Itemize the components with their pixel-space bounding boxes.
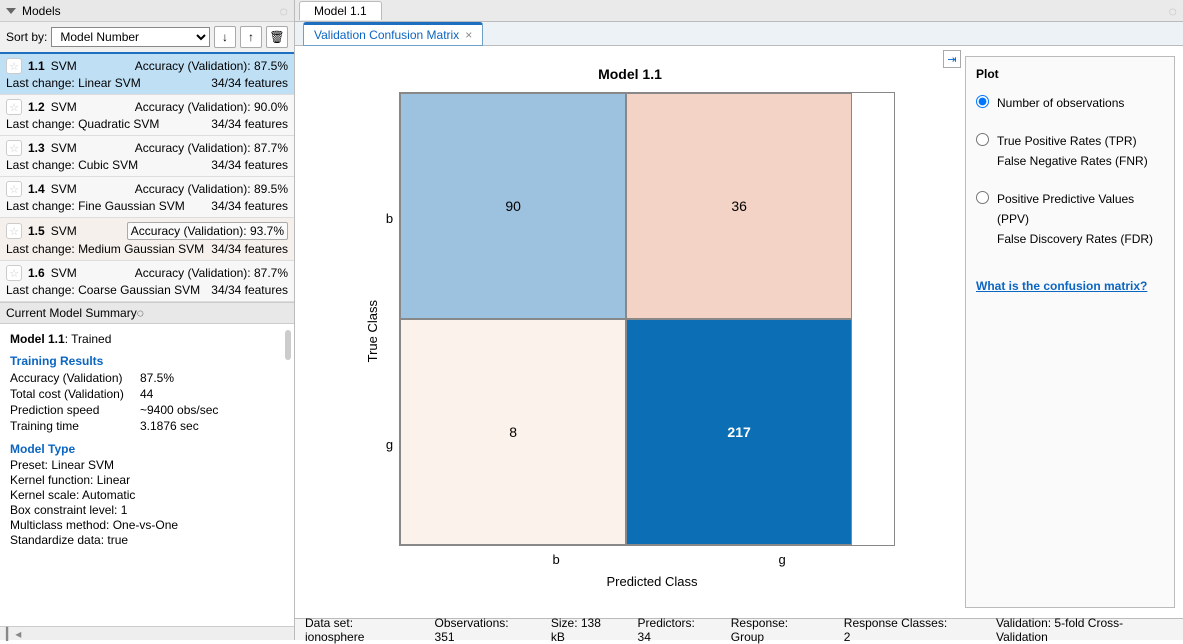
status-response: Response: Group xyxy=(731,616,824,644)
model-type-header: Model Type xyxy=(10,442,284,456)
cm-cell: 8 xyxy=(400,319,626,545)
main-tabbar: Model 1.1 ◌ xyxy=(295,0,1183,22)
chart-zone: ⇥ Model 1.1 True Class b g 90 36 8 217 xyxy=(295,46,965,618)
chart-title: Model 1.1 xyxy=(315,66,945,82)
x-axis-label: Predicted Class xyxy=(359,574,945,589)
plot-area: ⇥ Model 1.1 True Class b g 90 36 8 217 xyxy=(295,46,1183,618)
gear-icon[interactable]: ◌ xyxy=(280,3,288,19)
y-ticks: b g xyxy=(386,105,393,557)
radio-ppv-fdr[interactable] xyxy=(976,191,989,204)
status-observations: Observations: 351 xyxy=(435,616,531,644)
x-ticks: b g xyxy=(443,552,895,567)
model-list: ☆ 1.1 SVM Accuracy (Validation): 87.5% L… xyxy=(0,54,294,302)
sort-label: Sort by: xyxy=(6,30,47,44)
right-panel: Model 1.1 ◌ Validation Confusion Matrix … xyxy=(295,0,1183,640)
sort-up-button[interactable]: ↑ xyxy=(240,26,262,48)
star-icon[interactable]: ☆ xyxy=(6,181,22,197)
sub-tabbar: Validation Confusion Matrix × xyxy=(295,22,1183,46)
model-id: 1.1 xyxy=(28,59,45,73)
models-title: Models xyxy=(22,4,280,18)
delete-button[interactable]: 🗑 xyxy=(266,26,288,48)
model-row-1-4[interactable]: ☆ 1.4 SVM Accuracy (Validation): 89.5% L… xyxy=(0,177,294,218)
panel-handle[interactable]: ▎◂ xyxy=(0,626,294,640)
star-icon[interactable]: ☆ xyxy=(6,223,22,239)
help-link[interactable]: What is the confusion matrix? xyxy=(976,279,1147,293)
summary-header: Current Model Summary ◌ xyxy=(0,302,294,324)
gear-icon[interactable]: ◌ xyxy=(137,306,144,320)
tab-confusion-matrix[interactable]: Validation Confusion Matrix × xyxy=(303,22,483,46)
model-row-1-2[interactable]: ☆ 1.2 SVM Accuracy (Validation): 90.0% L… xyxy=(0,95,294,136)
plot-options: Plot Number of observations True Positiv… xyxy=(965,56,1175,608)
sort-bar: Sort by: Model Number ↓ ↑ 🗑 xyxy=(0,22,294,54)
status-size: Size: 138 kB xyxy=(551,616,618,644)
model-row-1-6[interactable]: ☆ 1.6 SVM Accuracy (Validation): 87.7% L… xyxy=(0,261,294,302)
star-icon[interactable]: ☆ xyxy=(6,265,22,281)
tab-model[interactable]: Model 1.1 xyxy=(299,1,382,20)
cm-cell: 217 xyxy=(626,319,852,545)
model-type: SVM xyxy=(51,59,77,73)
model-row-1-3[interactable]: ☆ 1.3 SVM Accuracy (Validation): 87.7% L… xyxy=(0,136,294,177)
plot-options-title: Plot xyxy=(976,67,1164,81)
models-header: Models ◌ xyxy=(0,0,294,22)
y-axis-label: True Class xyxy=(365,300,380,362)
training-results-header: Training Results xyxy=(10,354,284,368)
sort-down-button[interactable]: ↓ xyxy=(214,26,236,48)
confusion-matrix: 90 36 8 217 xyxy=(399,92,895,546)
summary-title: Current Model Summary xyxy=(6,306,137,320)
close-icon[interactable]: × xyxy=(465,28,472,42)
cm-cell: 90 xyxy=(400,93,626,319)
model-row-1-5[interactable]: ☆ 1.5 SVM Accuracy (Validation): 93.7% L… xyxy=(0,218,294,261)
star-icon[interactable]: ☆ xyxy=(6,58,22,74)
scrollbar[interactable] xyxy=(285,330,291,360)
star-icon[interactable]: ☆ xyxy=(6,140,22,156)
model-row-1-1[interactable]: ☆ 1.1 SVM Accuracy (Validation): 87.5% L… xyxy=(0,54,294,95)
status-classes: Response Classes: 2 xyxy=(844,616,956,644)
status-predictors: Predictors: 34 xyxy=(638,616,711,644)
gear-icon[interactable]: ◌ xyxy=(1169,3,1177,19)
status-bar: Data set: ionosphere Observations: 351 S… xyxy=(295,618,1183,640)
status-validation: Validation: 5-fold Cross-Validation xyxy=(996,616,1173,644)
summary-body: Model 1.1: Trained Training Results Accu… xyxy=(0,324,294,626)
left-panel: Models ◌ Sort by: Model Number ↓ ↑ 🗑 ☆ 1… xyxy=(0,0,295,640)
sort-select[interactable]: Model Number xyxy=(51,27,210,47)
star-icon[interactable]: ☆ xyxy=(6,99,22,115)
status-dataset: Data set: ionosphere xyxy=(305,616,415,644)
cm-cell: 36 xyxy=(626,93,852,319)
collapse-icon[interactable] xyxy=(6,8,16,14)
radio-observations[interactable] xyxy=(976,95,989,108)
expand-icon[interactable]: ⇥ xyxy=(943,50,961,68)
radio-tpr-fnr[interactable] xyxy=(976,133,989,146)
